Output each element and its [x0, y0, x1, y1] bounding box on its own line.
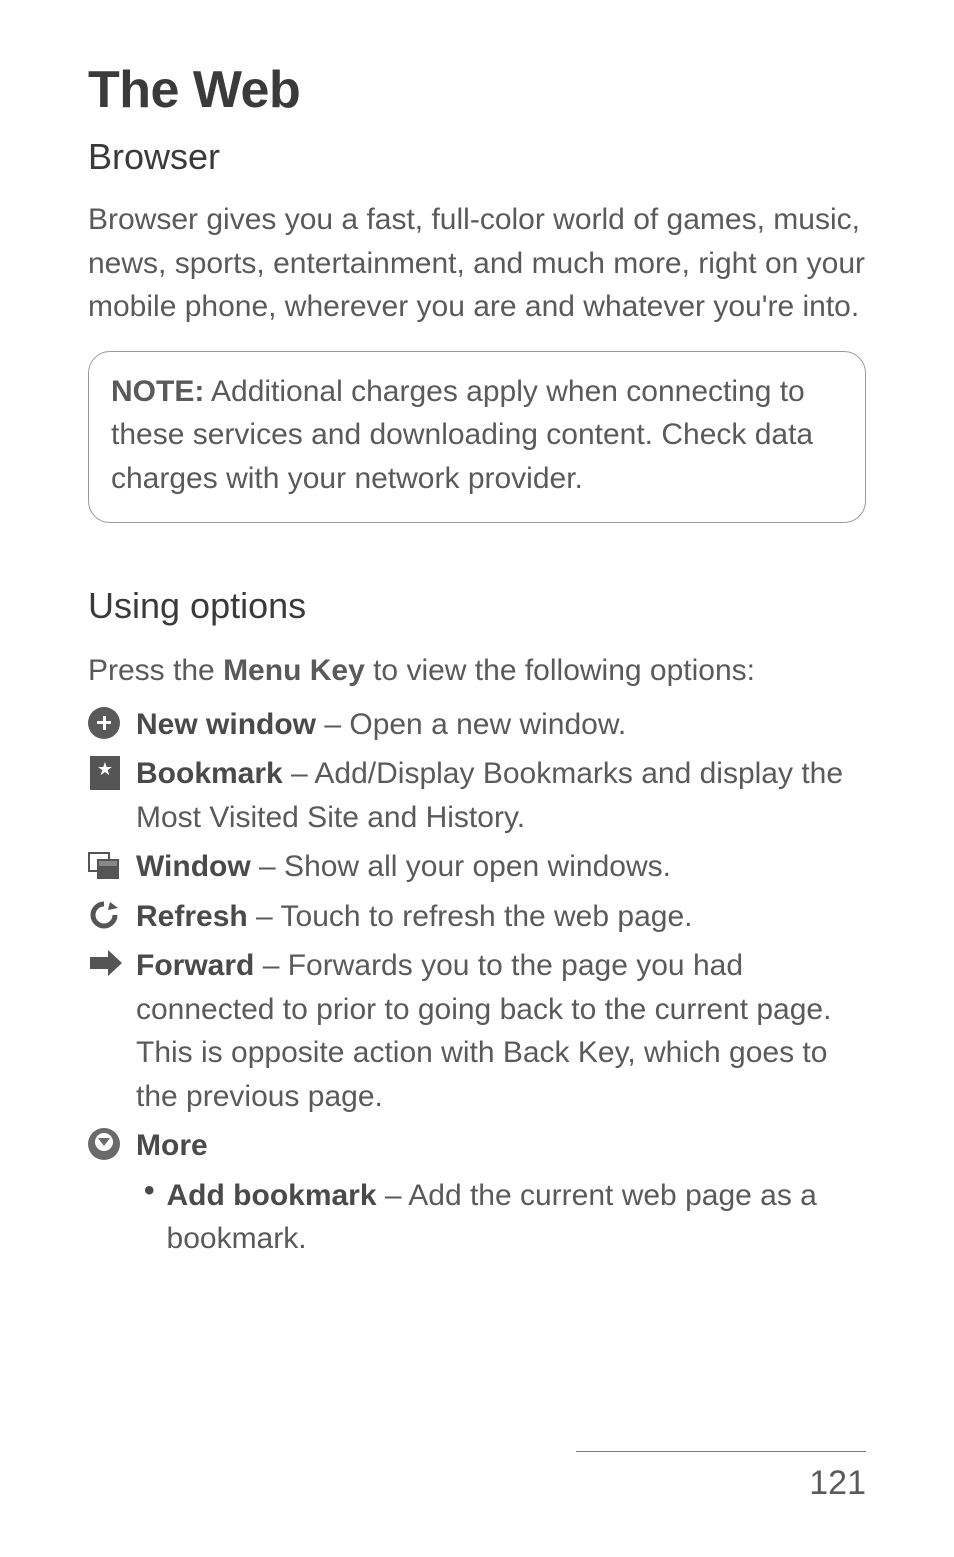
forward-arrow-icon: [88, 948, 126, 984]
option-more: More: [88, 1124, 866, 1168]
menu-key-label: Menu Key: [223, 654, 365, 687]
option-bookmark: Bookmark – Add/Display Bookmarks and dis…: [88, 752, 866, 839]
window-desc: – Show all your open windows.: [251, 850, 671, 883]
page-number: 121: [576, 1464, 866, 1503]
footer-divider: [576, 1451, 866, 1452]
new-window-label: New window: [136, 708, 316, 741]
option-refresh: Refresh – Touch to refresh the web page.: [88, 895, 866, 939]
more-icon: [88, 1128, 126, 1164]
sub-option-add-bookmark: • Add bookmark – Add the current web pag…: [88, 1174, 866, 1261]
plus-icon: [88, 707, 126, 743]
window-label: Window: [136, 850, 251, 883]
page-title: The Web: [88, 60, 866, 120]
section-heading-browser: Browser: [88, 136, 866, 178]
press-pre: Press the: [88, 654, 223, 687]
section-heading-using-options: Using options: [88, 585, 866, 627]
refresh-icon: [88, 899, 126, 935]
refresh-label: Refresh: [136, 900, 248, 933]
browser-intro: Browser gives you a fast, full-color wor…: [88, 198, 866, 329]
bullet-icon: •: [144, 1174, 155, 1208]
bookmark-label: Bookmark: [136, 757, 283, 790]
option-new-window: New window – Open a new window.: [88, 703, 866, 747]
option-window: Window – Show all your open windows.: [88, 845, 866, 889]
page-footer: 121: [576, 1451, 866, 1503]
forward-label: Forward: [136, 949, 254, 982]
refresh-desc: – Touch to refresh the web page.: [248, 900, 693, 933]
press-menu-instruction: Press the Menu Key to view the following…: [88, 649, 866, 693]
press-post: to view the following options:: [365, 654, 755, 687]
more-label: More: [136, 1129, 208, 1162]
option-forward: Forward – Forwards you to the page you h…: [88, 944, 866, 1118]
new-window-desc: – Open a new window.: [316, 708, 626, 741]
bookmark-icon: [88, 756, 126, 792]
add-bookmark-label: Add bookmark: [167, 1179, 377, 1212]
note-text: Additional charges apply when connecting…: [111, 375, 813, 495]
note-box: NOTE: Additional charges apply when conn…: [88, 351, 866, 524]
window-icon: [88, 849, 126, 885]
note-label: NOTE:: [111, 375, 204, 408]
